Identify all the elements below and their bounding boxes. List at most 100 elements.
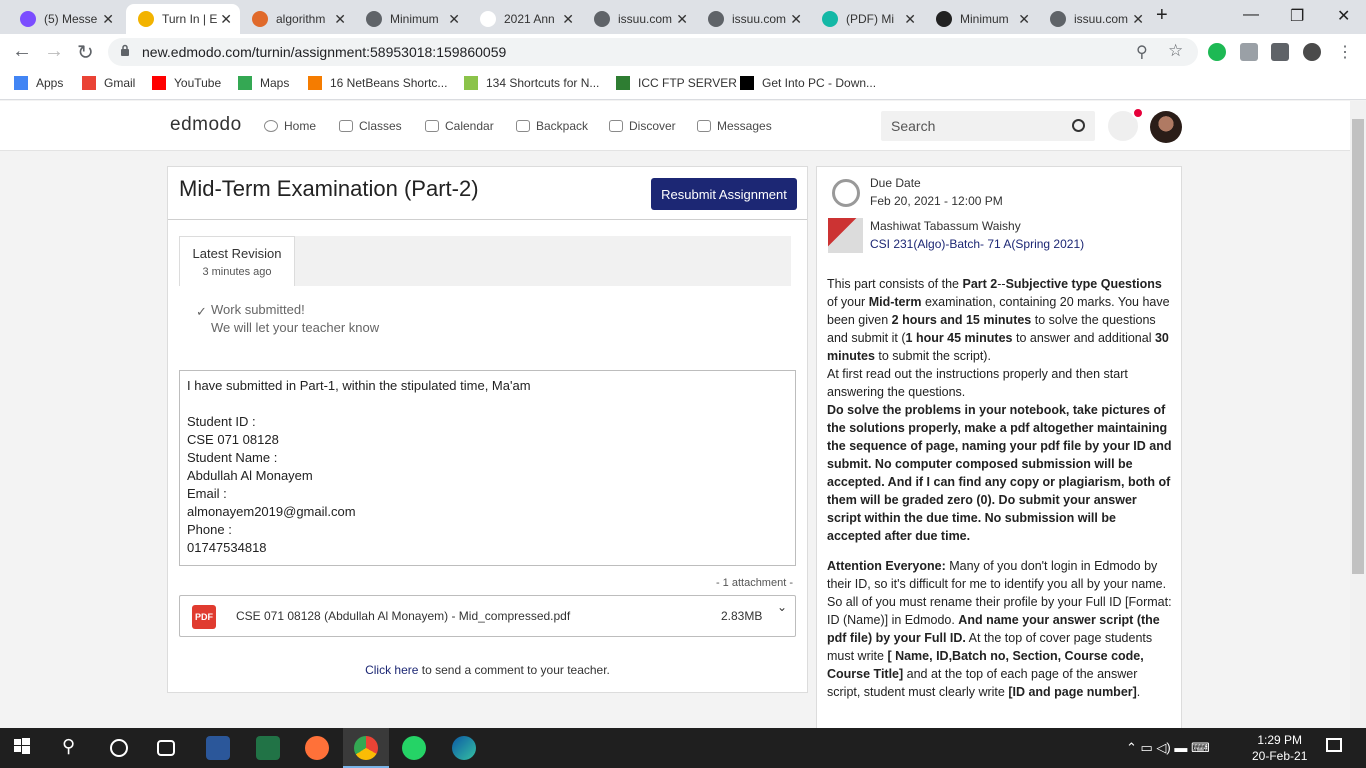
browser-tab[interactable]: (5) Messe ✕ <box>8 4 122 34</box>
browser-tab-bar: (5) Messe ✕ Turn In | E ✕ algorithm ✕ Minimum ✕… <box>0 0 1366 34</box>
messenger-icon <box>20 11 36 27</box>
bookmark-label: 16 NetBeans Shortc... <box>330 76 448 90</box>
browser-tab[interactable]: (PDF) Mi ✕ <box>810 4 924 34</box>
scrollbar-thumb[interactable] <box>1352 119 1364 574</box>
notification-badge <box>1132 107 1144 119</box>
task-view-icon[interactable] <box>157 740 175 756</box>
teacher-avatar[interactable] <box>828 218 863 253</box>
resubmit-assignment-button[interactable]: Resubmit Assignment <box>651 178 797 210</box>
omnibox[interactable]: new.edmodo.com/turnin/assignment:5895301… <box>108 38 1198 66</box>
send-comment-prompt: Click here to send a comment to your tea… <box>168 663 807 677</box>
bookmark-item[interactable]: 134 Shortcuts for N... <box>464 76 599 90</box>
browser-tab[interactable]: Turn In | E ✕ <box>126 4 240 34</box>
browser-tab[interactable]: issuu.com ✕ <box>696 4 810 34</box>
restore-icon[interactable]: ❐ <box>1290 6 1304 26</box>
search-icon[interactable] <box>1072 119 1085 132</box>
gmail-icon <box>82 76 96 90</box>
close-tab-icon[interactable]: ✕ <box>1132 11 1144 28</box>
click-here-link[interactable]: Click here <box>365 663 418 677</box>
back-icon[interactable]: ← <box>12 40 32 63</box>
close-window-icon[interactable]: ✕ <box>1337 6 1350 26</box>
page-scrollbar[interactable] <box>1350 101 1366 728</box>
browser-tab[interactable]: issuu.com ✕ <box>582 4 696 34</box>
browser-tab[interactable]: 2021 Ann ✕ <box>468 4 582 34</box>
browser-tab[interactable]: Minimum ✕ <box>924 4 1038 34</box>
attachment-item[interactable]: PDF CSE 071 08128 (Abdullah Al Monayem) … <box>179 595 796 637</box>
tab-label: Minimum <box>960 12 1009 26</box>
chevron-down-icon[interactable]: ⌄ <box>777 600 787 614</box>
edge-icon[interactable] <box>452 736 476 760</box>
bookmark-item[interactable]: Get Into PC - Down... <box>740 76 876 90</box>
nav-discover[interactable]: Discover <box>609 119 676 133</box>
nav-home[interactable]: Home <box>264 119 316 133</box>
tab-label: Turn In | E <box>162 12 218 26</box>
close-tab-icon[interactable]: ✕ <box>790 11 802 28</box>
bookmark-item[interactable]: Apps <box>14 76 63 90</box>
close-tab-icon[interactable]: ✕ <box>334 11 346 28</box>
search-input[interactable]: Search <box>881 111 1095 141</box>
chrome-icon[interactable] <box>354 736 378 760</box>
nav-label: Backpack <box>536 119 589 133</box>
taskbar-clock[interactable]: 1:29 PM 20-Feb-21 <box>1252 732 1307 764</box>
word-icon[interactable] <box>206 736 230 760</box>
bookmark-item[interactable]: 16 NetBeans Shortc... <box>308 76 447 90</box>
backpack-icon <box>516 120 530 132</box>
attachment-name[interactable]: CSE 071 08128 (Abdullah Al Monayem) - Mi… <box>236 609 570 623</box>
windows-start-icon[interactable] <box>12 736 36 760</box>
revision-time: 3 minutes ago <box>202 266 272 278</box>
excel-icon[interactable] <box>256 736 280 760</box>
bookmark-item[interactable]: ICC FTP SERVER <box>616 76 737 90</box>
edmodo-logo[interactable]: edmodo <box>170 114 242 136</box>
cortana-icon[interactable] <box>110 739 128 757</box>
clock-date: 20-Feb-21 <box>1252 749 1308 763</box>
browser-tab[interactable]: Minimum ✕ <box>354 4 468 34</box>
close-tab-icon[interactable]: ✕ <box>562 11 574 28</box>
forward-icon[interactable]: → <box>44 40 64 63</box>
whatsapp-icon[interactable] <box>402 736 426 760</box>
close-tab-icon[interactable]: ✕ <box>102 11 114 28</box>
close-tab-icon[interactable]: ✕ <box>676 11 688 28</box>
course-link[interactable]: CSI 231(Algo)-Batch- 71 A(Spring 2021) <box>870 237 1084 251</box>
profile-icon[interactable] <box>1303 43 1321 61</box>
maps-icon <box>238 76 252 90</box>
teacher-name[interactable]: Mashiwat Tabassum Waishy <box>870 219 1021 233</box>
browser-tab[interactable]: algorithm ✕ <box>240 4 354 34</box>
bookmark-star-icon[interactable]: ☆ <box>1168 41 1183 61</box>
system-tray[interactable]: ⌃ ▭ ◁) ▬ ⌨ <box>1126 740 1210 756</box>
getintopc-icon <box>740 76 754 90</box>
comment-line: Student Name : <box>187 450 278 465</box>
nav-label: Messages <box>717 119 772 133</box>
nav-label: Calendar <box>445 119 494 133</box>
bookmark-label: Apps <box>36 76 64 90</box>
nav-calendar[interactable]: Calendar <box>425 119 494 133</box>
notifications-icon[interactable] <box>1326 738 1342 752</box>
nav-messages[interactable]: Messages <box>697 119 772 133</box>
user-avatar[interactable] <box>1150 111 1182 143</box>
bookmark-label: 134 Shortcuts for N... <box>486 76 600 90</box>
puzzle-icon[interactable] <box>1271 43 1289 61</box>
submission-comment: I have submitted in Part-1, within the s… <box>179 370 796 566</box>
close-tab-icon[interactable]: ✕ <box>904 11 916 28</box>
zoom-icon[interactable]: ⚲ <box>1136 42 1148 62</box>
menu-kebab-icon[interactable]: ⋮ <box>1337 42 1353 62</box>
calendar-icon <box>425 120 439 132</box>
nav-backpack[interactable]: Backpack <box>516 119 588 133</box>
bookmark-item[interactable]: Gmail <box>82 76 135 90</box>
minimize-icon[interactable]: — <box>1243 6 1259 24</box>
close-tab-icon[interactable]: ✕ <box>1018 11 1030 28</box>
nav-classes[interactable]: Classes <box>339 119 402 133</box>
extension-icon[interactable] <box>1240 43 1258 61</box>
extension-icon[interactable] <box>1208 43 1226 61</box>
bookmark-label: YouTube <box>174 76 222 90</box>
bookmark-item[interactable]: Maps <box>238 76 289 90</box>
send-comment-text: to send a comment to your teacher. <box>418 663 610 677</box>
browser-tab[interactable]: issuu.com ✕ <box>1038 4 1152 34</box>
close-tab-icon[interactable]: ✕ <box>220 11 232 28</box>
reload-icon[interactable]: ↻ <box>77 40 94 65</box>
close-tab-icon[interactable]: ✕ <box>448 11 460 28</box>
bookmark-item[interactable]: YouTube <box>152 76 221 90</box>
new-tab-icon[interactable]: + <box>1156 4 1168 27</box>
firefox-icon[interactable] <box>305 736 329 760</box>
search-icon[interactable]: ⚲ <box>62 736 86 760</box>
tab-latest-revision[interactable]: Latest Revision 3 minutes ago <box>179 236 295 286</box>
